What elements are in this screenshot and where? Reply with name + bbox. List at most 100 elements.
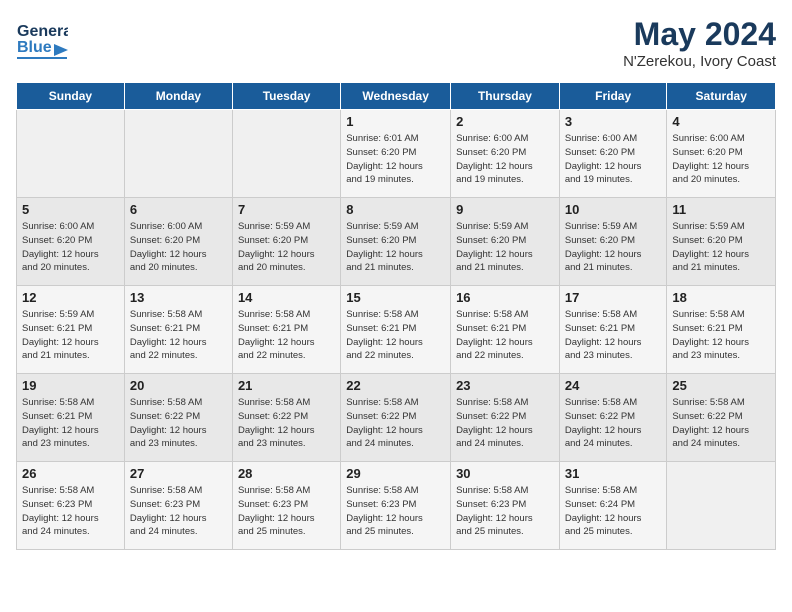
weekday-header-cell: Monday bbox=[124, 83, 232, 110]
weekday-header-cell: Saturday bbox=[667, 83, 776, 110]
calendar-cell: 14 Sunrise: 5:58 AM Sunset: 6:21 PM Dayli… bbox=[232, 286, 340, 374]
cell-date-number: 31 bbox=[565, 466, 662, 481]
month-year-title: May 2024 bbox=[623, 16, 776, 53]
cell-date-number: 1 bbox=[346, 114, 445, 129]
cell-daylight-info: Sunrise: 6:00 AM Sunset: 6:20 PM Dayligh… bbox=[456, 132, 554, 187]
weekday-header-row: SundayMondayTuesdayWednesdayThursdayFrid… bbox=[17, 83, 776, 110]
cell-date-number: 27 bbox=[130, 466, 227, 481]
calendar-cell: 13 Sunrise: 5:58 AM Sunset: 6:21 PM Dayli… bbox=[124, 286, 232, 374]
cell-daylight-info: Sunrise: 5:58 AM Sunset: 6:23 PM Dayligh… bbox=[22, 484, 119, 539]
location-subtitle: N'Zerekou, Ivory Coast bbox=[623, 53, 776, 70]
calendar-cell: 2 Sunrise: 6:00 AM Sunset: 6:20 PM Daylig… bbox=[451, 110, 560, 198]
calendar-cell: 9Sunrise: 5:59 AM Sunset: 6:20 PM Daylig… bbox=[451, 198, 560, 286]
weekday-header-cell: Friday bbox=[559, 83, 667, 110]
calendar-week-row: 19 Sunrise: 5:58 AM Sunset: 6:21 PM Dayli… bbox=[17, 374, 776, 462]
cell-date-number: 17 bbox=[565, 290, 662, 305]
cell-daylight-info: Sunrise: 5:59 AM Sunset: 6:20 PM Dayligh… bbox=[346, 220, 445, 275]
cell-daylight-info: Sunrise: 5:59 AM Sunset: 6:21 PM Dayligh… bbox=[22, 308, 119, 363]
calendar-cell: 18Sunrise: 5:58 AM Sunset: 6:21 PM Dayli… bbox=[667, 286, 776, 374]
calendar-cell bbox=[124, 110, 232, 198]
calendar-cell: 30Sunrise: 5:58 AM Sunset: 6:23 PM Dayli… bbox=[451, 462, 560, 550]
cell-daylight-info: Sunrise: 6:00 AM Sunset: 6:20 PM Dayligh… bbox=[130, 220, 227, 275]
calendar-cell: 1Sunrise: 6:01 AM Sunset: 6:20 PM Daylig… bbox=[341, 110, 451, 198]
cell-date-number: 8 bbox=[346, 202, 445, 217]
calendar-week-row: 26 Sunrise: 5:58 AM Sunset: 6:23 PM Dayli… bbox=[17, 462, 776, 550]
calendar-cell: 3 Sunrise: 6:00 AM Sunset: 6:20 PM Daylig… bbox=[559, 110, 667, 198]
weekday-header-cell: Sunday bbox=[17, 83, 125, 110]
calendar-cell: 5Sunrise: 6:00 AM Sunset: 6:20 PM Daylig… bbox=[17, 198, 125, 286]
cell-daylight-info: Sunrise: 5:59 AM Sunset: 6:20 PM Dayligh… bbox=[672, 220, 770, 275]
calendar-cell: 15Sunrise: 5:58 AM Sunset: 6:21 PM Dayli… bbox=[341, 286, 451, 374]
calendar-cell: 31 Sunrise: 5:58 AM Sunset: 6:24 PM Dayli… bbox=[559, 462, 667, 550]
cell-date-number: 14 bbox=[238, 290, 335, 305]
cell-daylight-info: Sunrise: 5:58 AM Sunset: 6:22 PM Dayligh… bbox=[672, 396, 770, 451]
cell-daylight-info: Sunrise: 5:58 AM Sunset: 6:23 PM Dayligh… bbox=[456, 484, 554, 539]
cell-date-number: 3 bbox=[565, 114, 662, 129]
svg-text:General: General bbox=[17, 23, 68, 40]
calendar-cell: 20 Sunrise: 5:58 AM Sunset: 6:22 PM Dayli… bbox=[124, 374, 232, 462]
cell-date-number: 15 bbox=[346, 290, 445, 305]
cell-daylight-info: Sunrise: 6:00 AM Sunset: 6:20 PM Dayligh… bbox=[672, 132, 770, 187]
cell-date-number: 19 bbox=[22, 378, 119, 393]
cell-date-number: 7 bbox=[238, 202, 335, 217]
cell-daylight-info: Sunrise: 5:58 AM Sunset: 6:22 PM Dayligh… bbox=[130, 396, 227, 451]
calendar-cell: 25 Sunrise: 5:58 AM Sunset: 6:22 PM Dayli… bbox=[667, 374, 776, 462]
calendar-cell: 7 Sunrise: 5:59 AM Sunset: 6:20 PM Daylig… bbox=[232, 198, 340, 286]
cell-daylight-info: Sunrise: 6:00 AM Sunset: 6:20 PM Dayligh… bbox=[565, 132, 662, 187]
cell-date-number: 12 bbox=[22, 290, 119, 305]
weekday-header-cell: Thursday bbox=[451, 83, 560, 110]
calendar-cell bbox=[17, 110, 125, 198]
cell-date-number: 2 bbox=[456, 114, 554, 129]
cell-date-number: 4 bbox=[672, 114, 770, 129]
weekday-header-cell: Wednesday bbox=[341, 83, 451, 110]
cell-date-number: 26 bbox=[22, 466, 119, 481]
calendar-week-row: 1Sunrise: 6:01 AM Sunset: 6:20 PM Daylig… bbox=[17, 110, 776, 198]
calendar-cell: 12 Sunrise: 5:59 AM Sunset: 6:21 PM Dayli… bbox=[17, 286, 125, 374]
calendar-cell: 21Sunrise: 5:58 AM Sunset: 6:22 PM Dayli… bbox=[232, 374, 340, 462]
cell-date-number: 5 bbox=[22, 202, 119, 217]
calendar-cell: 11Sunrise: 5:59 AM Sunset: 6:20 PM Dayli… bbox=[667, 198, 776, 286]
calendar-cell: 8 Sunrise: 5:59 AM Sunset: 6:20 PM Daylig… bbox=[341, 198, 451, 286]
calendar-cell: 24 Sunrise: 5:58 AM Sunset: 6:22 PM Dayli… bbox=[559, 374, 667, 462]
cell-date-number: 25 bbox=[672, 378, 770, 393]
cell-date-number: 9 bbox=[456, 202, 554, 217]
calendar-cell: 6Sunrise: 6:00 AM Sunset: 6:20 PM Daylig… bbox=[124, 198, 232, 286]
cell-date-number: 13 bbox=[130, 290, 227, 305]
calendar-cell: 17 Sunrise: 5:58 AM Sunset: 6:21 PM Dayli… bbox=[559, 286, 667, 374]
cell-date-number: 20 bbox=[130, 378, 227, 393]
cell-daylight-info: Sunrise: 5:58 AM Sunset: 6:21 PM Dayligh… bbox=[565, 308, 662, 363]
cell-daylight-info: Sunrise: 5:58 AM Sunset: 6:21 PM Dayligh… bbox=[130, 308, 227, 363]
calendar-cell: 22Sunrise: 5:58 AM Sunset: 6:22 PM Dayli… bbox=[341, 374, 451, 462]
cell-daylight-info: Sunrise: 5:58 AM Sunset: 6:23 PM Dayligh… bbox=[346, 484, 445, 539]
calendar-cell: 26 Sunrise: 5:58 AM Sunset: 6:23 PM Dayli… bbox=[17, 462, 125, 550]
logo-icon: General Blue bbox=[16, 16, 68, 60]
cell-date-number: 16 bbox=[456, 290, 554, 305]
calendar-table: SundayMondayTuesdayWednesdayThursdayFrid… bbox=[16, 82, 776, 550]
calendar-week-row: 5 Sunrise: 6:00 AM Sunset: 6:20 PM Daylig… bbox=[17, 198, 776, 286]
cell-daylight-info: Sunrise: 5:58 AM Sunset: 6:21 PM Dayligh… bbox=[456, 308, 554, 363]
page-header: General Blue May 2024 N'Zerekou, Ivory C… bbox=[16, 16, 776, 70]
cell-daylight-info: Sunrise: 5:58 AM Sunset: 6:22 PM Dayligh… bbox=[565, 396, 662, 451]
calendar-cell: 19 Sunrise: 5:58 AM Sunset: 6:21 PM Dayli… bbox=[17, 374, 125, 462]
cell-date-number: 24 bbox=[565, 378, 662, 393]
cell-date-number: 23 bbox=[456, 378, 554, 393]
calendar-cell: 10 Sunrise: 5:59 AM Sunset: 6:20 PM Dayli… bbox=[559, 198, 667, 286]
svg-text:Blue: Blue bbox=[17, 39, 52, 56]
cell-daylight-info: Sunrise: 5:58 AM Sunset: 6:21 PM Dayligh… bbox=[22, 396, 119, 451]
cell-date-number: 10 bbox=[565, 202, 662, 217]
weekday-header-cell: Tuesday bbox=[232, 83, 340, 110]
logo: General Blue bbox=[16, 16, 68, 60]
cell-date-number: 21 bbox=[238, 378, 335, 393]
cell-daylight-info: Sunrise: 5:59 AM Sunset: 6:20 PM Dayligh… bbox=[238, 220, 335, 275]
cell-date-number: 18 bbox=[672, 290, 770, 305]
cell-daylight-info: Sunrise: 5:58 AM Sunset: 6:22 PM Dayligh… bbox=[456, 396, 554, 451]
cell-date-number: 28 bbox=[238, 466, 335, 481]
title-block: May 2024 N'Zerekou, Ivory Coast bbox=[623, 16, 776, 70]
cell-daylight-info: Sunrise: 5:58 AM Sunset: 6:23 PM Dayligh… bbox=[130, 484, 227, 539]
cell-daylight-info: Sunrise: 5:58 AM Sunset: 6:21 PM Dayligh… bbox=[238, 308, 335, 363]
calendar-cell bbox=[667, 462, 776, 550]
calendar-cell: 4 Sunrise: 6:00 AM Sunset: 6:20 PM Daylig… bbox=[667, 110, 776, 198]
cell-daylight-info: Sunrise: 5:59 AM Sunset: 6:20 PM Dayligh… bbox=[565, 220, 662, 275]
cell-daylight-info: Sunrise: 5:58 AM Sunset: 6:24 PM Dayligh… bbox=[565, 484, 662, 539]
calendar-cell: 28Sunrise: 5:58 AM Sunset: 6:23 PM Dayli… bbox=[232, 462, 340, 550]
